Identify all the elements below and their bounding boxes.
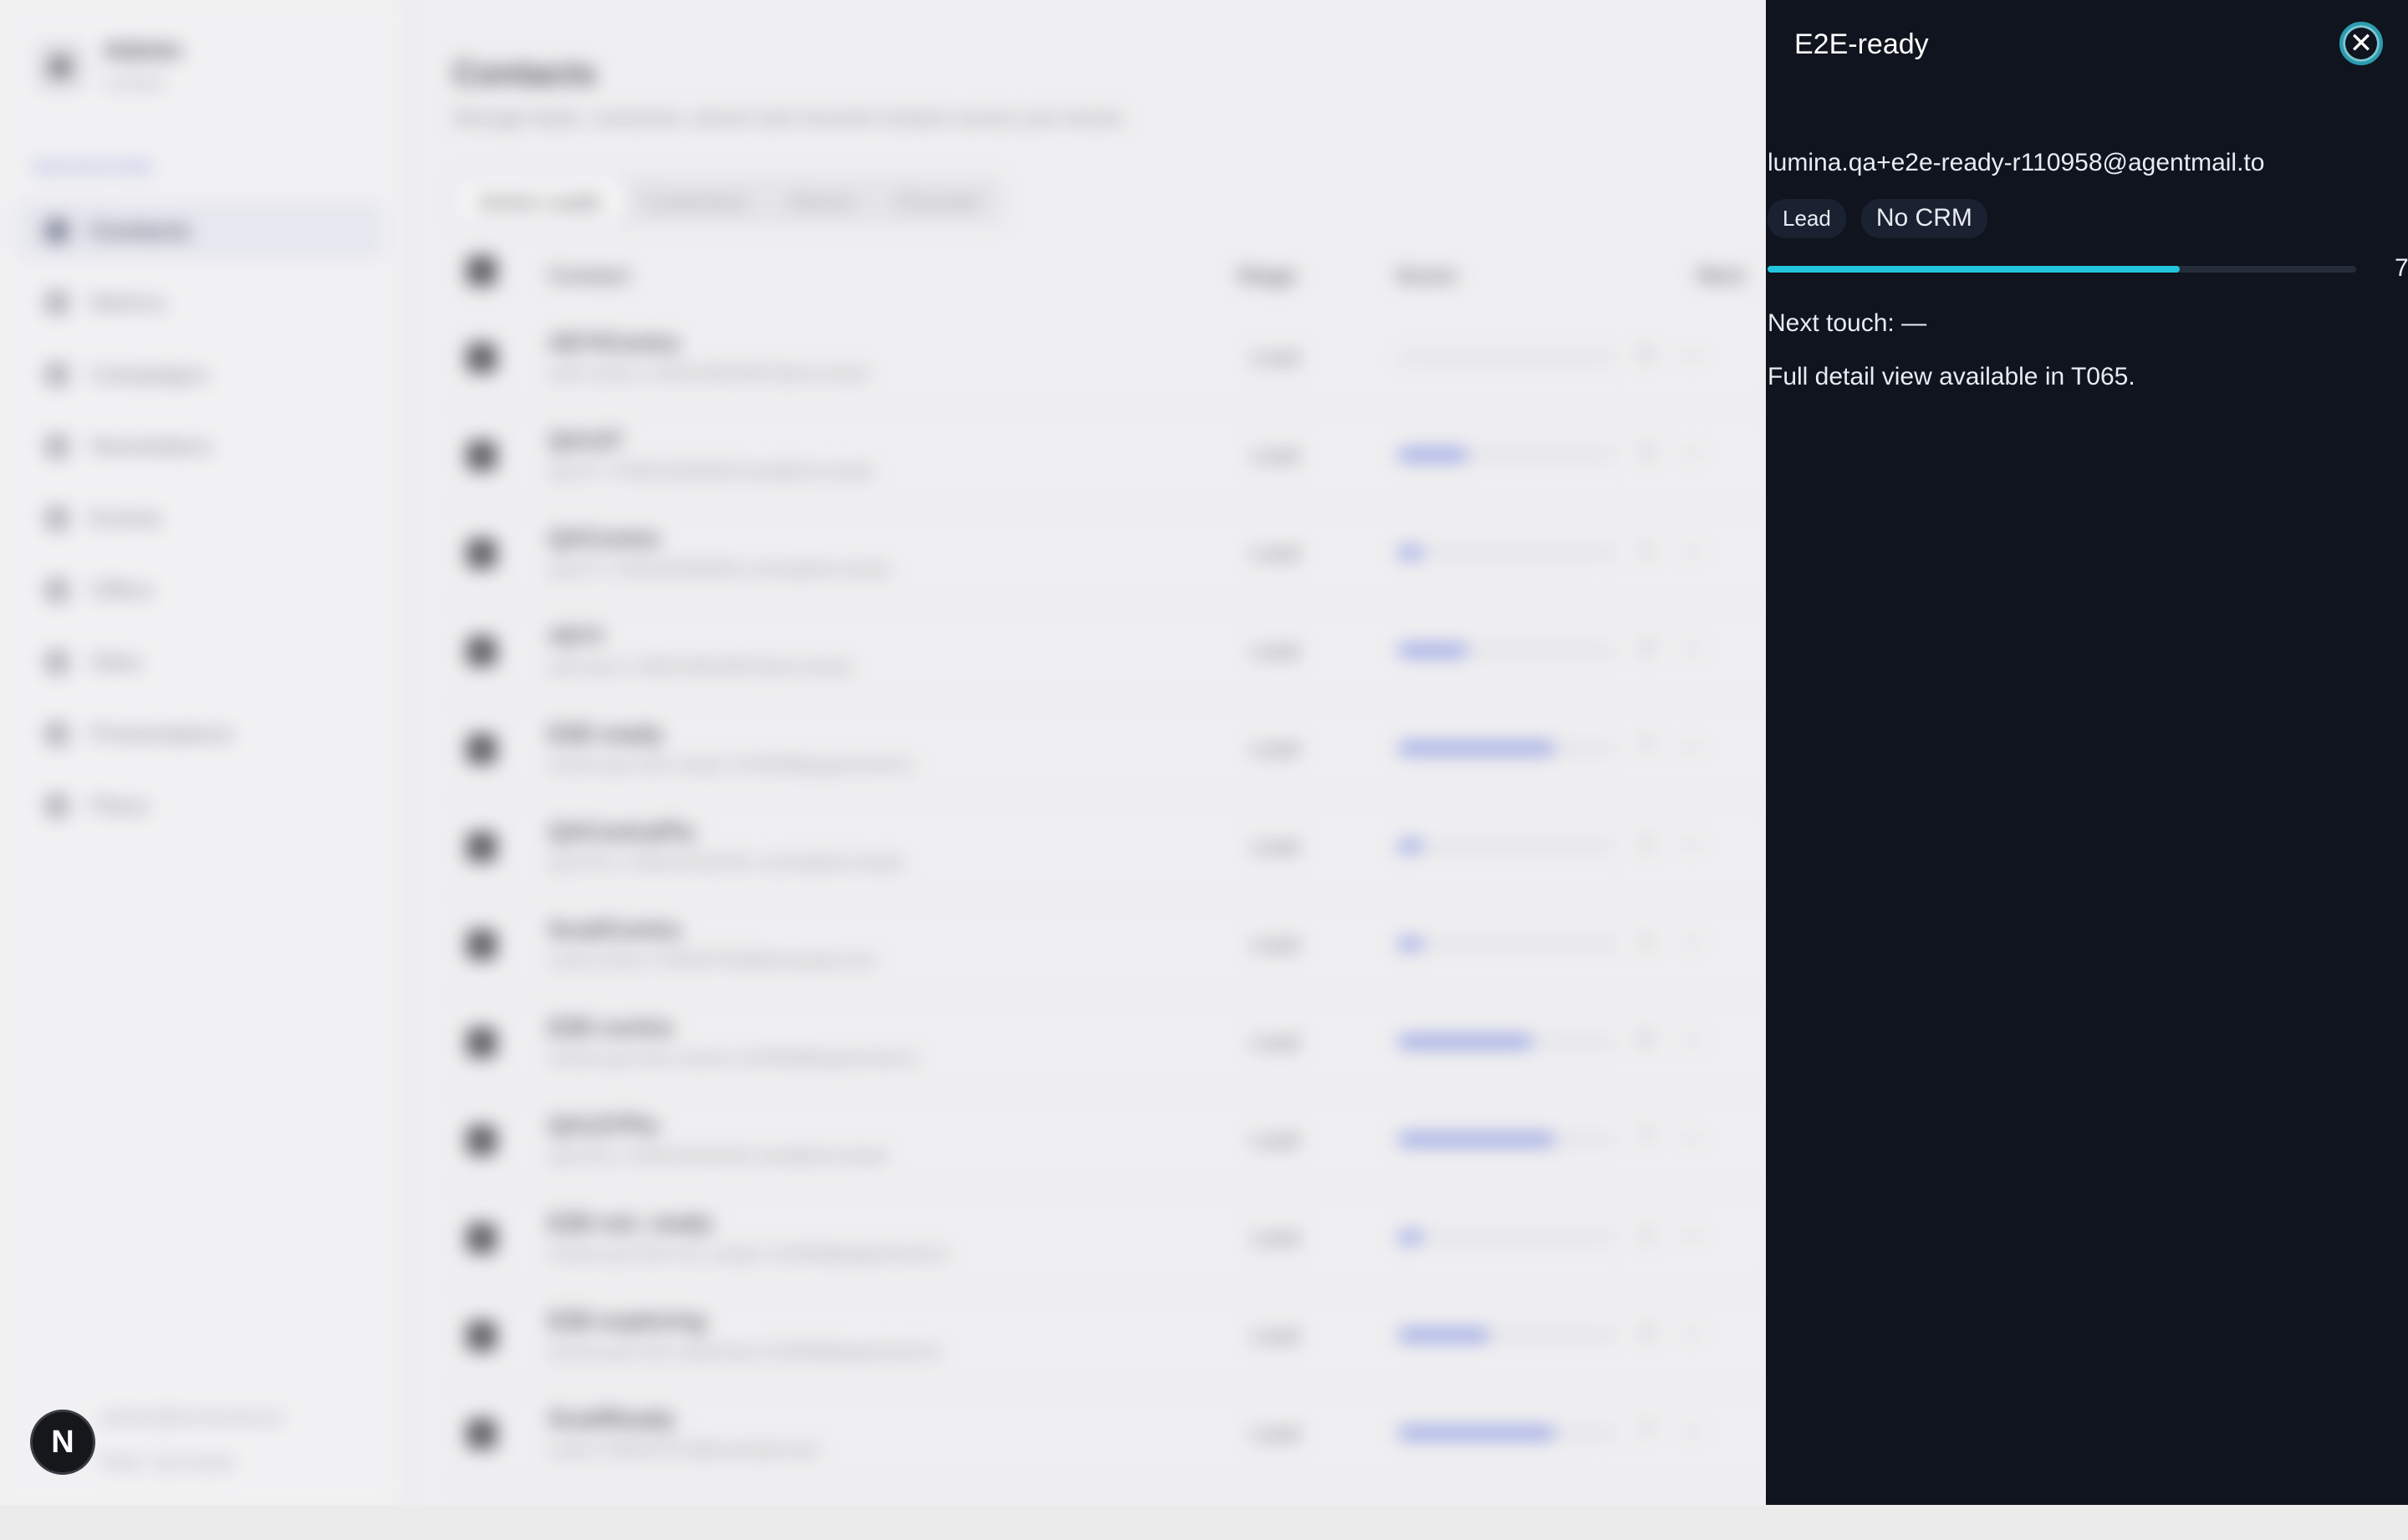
crm-badge: No CRM xyxy=(1860,199,1987,238)
next-touch: Next touch: — xyxy=(1768,309,1927,337)
assistant-button[interactable]: N xyxy=(30,1410,95,1475)
score-bar-fill xyxy=(1768,266,2180,273)
stage-badge: Lead xyxy=(1768,199,1846,238)
detail-note: Full detail view available in T065. xyxy=(1768,363,2135,390)
panel-badges: Lead No CRM xyxy=(1768,199,1987,238)
contact-email: lumina.qa+e2e-ready-r110958@agentmail.to xyxy=(1768,149,2265,176)
app-background: Admin Lumina NAVIGATION Contacts Metrics C… xyxy=(0,0,1766,1505)
contact-detail-panel: E2E-ready ✕ lumina.qa+e2e-ready-r110958@… xyxy=(1766,0,2408,1505)
panel-title: E2E-ready xyxy=(1794,28,1929,60)
close-icon: ✕ xyxy=(2349,28,2374,59)
close-button[interactable]: ✕ xyxy=(2339,22,2383,65)
score-value: 7 xyxy=(2395,254,2408,282)
score-bar xyxy=(1768,266,2356,273)
modal-overlay[interactable] xyxy=(0,0,1766,1505)
